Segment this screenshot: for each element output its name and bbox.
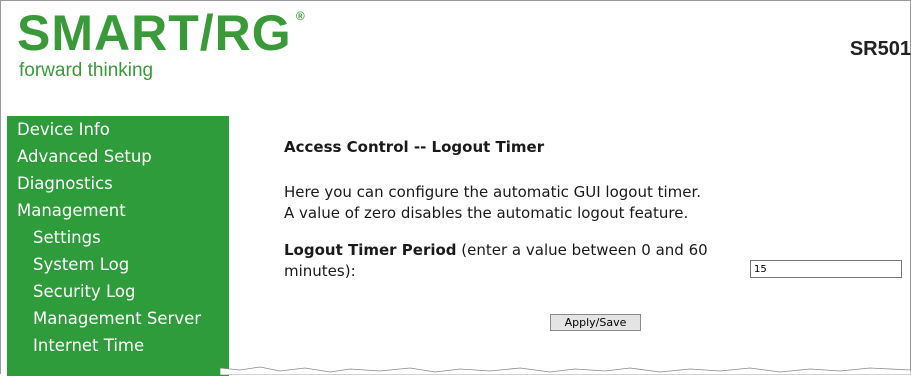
main-content: Access Control -- Logout Timer Here you … — [284, 138, 904, 282]
page-title: Access Control -- Logout Timer — [284, 138, 545, 156]
page-description: Here you can configure the automatic GUI… — [284, 182, 904, 224]
sidebar-item-management[interactable]: Management — [7, 197, 229, 224]
logo-tagline: forward thinking — [19, 60, 154, 81]
torn-edge-decoration — [220, 366, 911, 375]
sidebar-item-internet-time[interactable]: Internet Time — [7, 332, 229, 359]
logout-timer-input[interactable] — [750, 260, 902, 278]
sidebar-item-system-log[interactable]: System Log — [7, 251, 229, 278]
sidebar-item-management-server[interactable]: Management Server — [7, 305, 229, 332]
description-line-2: A value of zero disables the automatic l… — [284, 204, 689, 222]
logout-timer-label: Logout Timer Period (enter a value betwe… — [284, 240, 754, 282]
logo-brand: SMART/RG ® — [17, 5, 306, 61]
sidebar-item-settings[interactable]: Settings — [7, 224, 229, 251]
smartrg-logo: SMART/RG ® forward thinking — [17, 5, 306, 82]
sidebar-item-diagnostics[interactable]: Diagnostics — [7, 170, 229, 197]
description-line-1: Here you can configure the automatic GUI… — [284, 183, 702, 201]
apply-save-button[interactable]: Apply/Save — [550, 314, 641, 331]
field-label-bold: Logout Timer Period — [284, 241, 457, 259]
sidebar-item-device-info[interactable]: Device Info — [7, 116, 229, 143]
sidebar-item-advanced-setup[interactable]: Advanced Setup — [7, 143, 229, 170]
model-name: SR501 — [849, 38, 911, 60]
logout-timer-row: Logout Timer Period (enter a value betwe… — [284, 240, 904, 282]
registered-mark: ® — [295, 9, 306, 23]
sidebar-nav: Device Info Advanced Setup Diagnostics M… — [7, 116, 229, 376]
sidebar-item-security-log[interactable]: Security Log — [7, 278, 229, 305]
